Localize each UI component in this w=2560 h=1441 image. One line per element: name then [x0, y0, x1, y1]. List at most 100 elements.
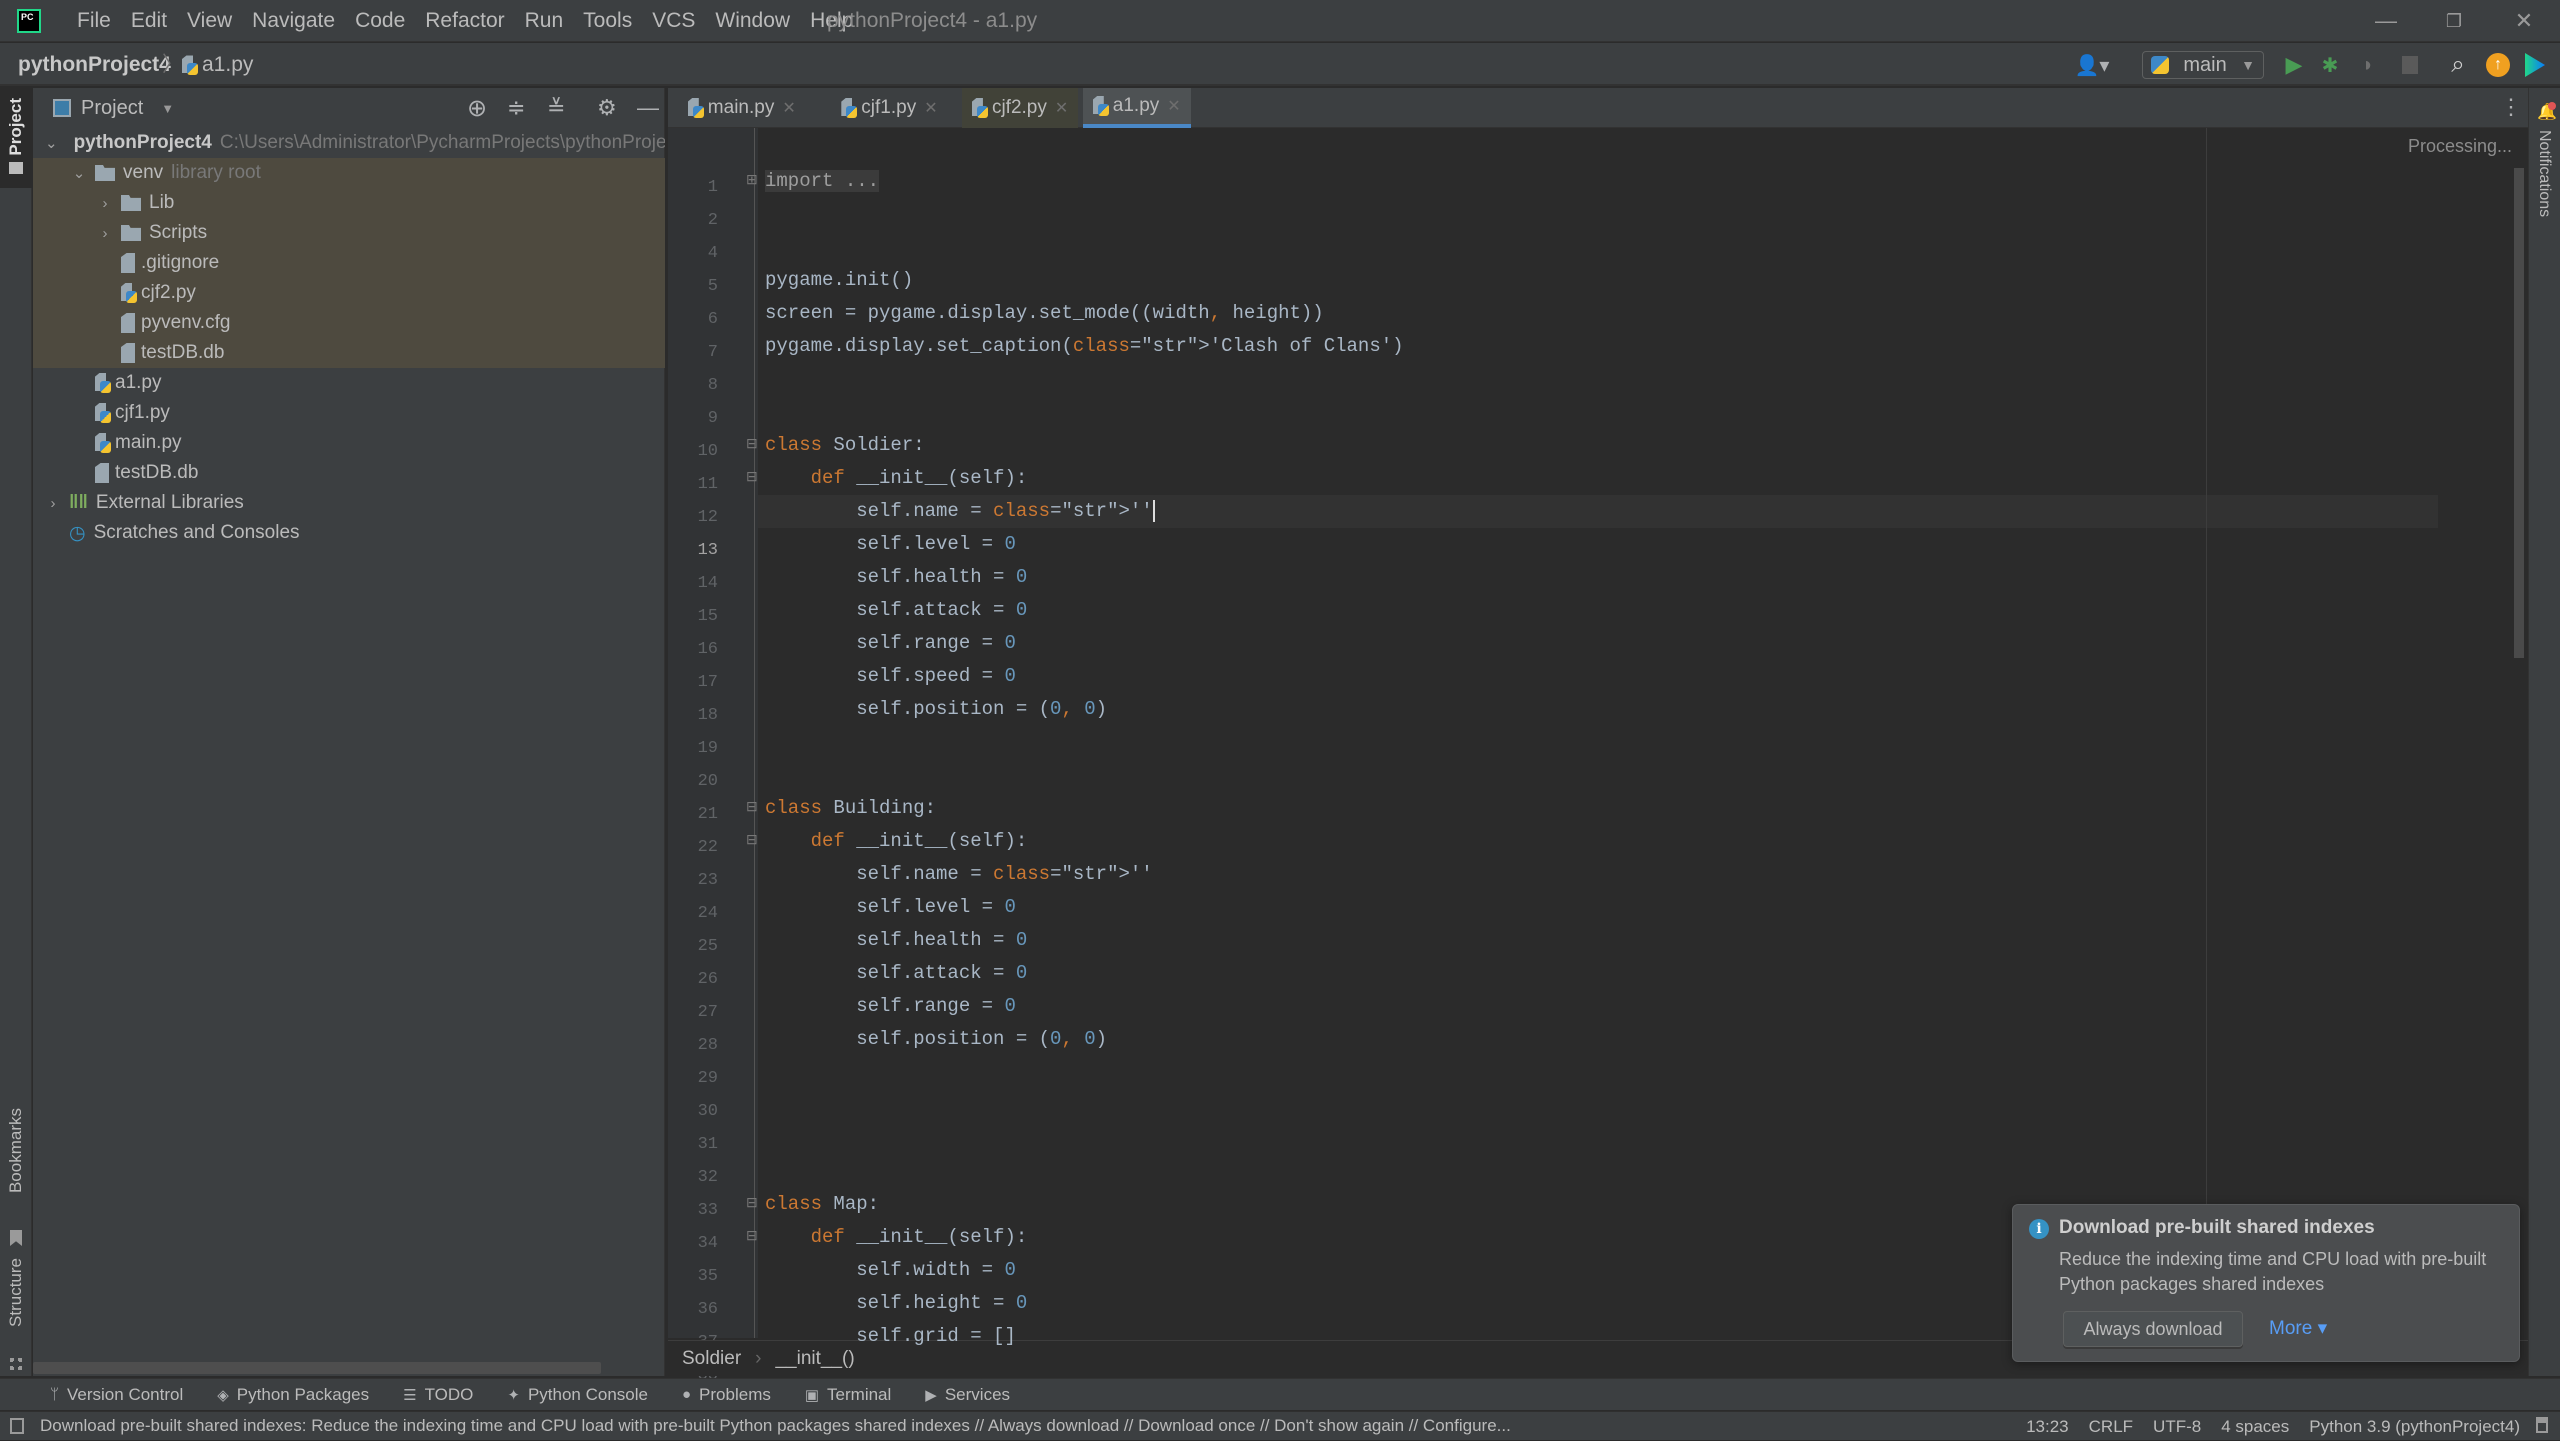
status-toggle-icon[interactable] [10, 1418, 24, 1434]
structure-tool-button[interactable]: Structure [0, 1258, 32, 1378]
tree-item[interactable]: cjf1.py [33, 398, 665, 428]
code-line[interactable]: self.name = class="str">'' [765, 500, 1155, 522]
code-line[interactable]: import ... [765, 170, 880, 192]
horizontal-scrollbar[interactable] [33, 1362, 601, 1374]
code-line[interactable]: pygame.display.set_caption(class="str">'… [765, 335, 1404, 357]
collapse-all-icon[interactable]: ≚ [547, 95, 565, 121]
breadcrumb-class[interactable]: Soldier [682, 1348, 741, 1370]
close-tab-icon[interactable]: ✕ [782, 98, 795, 118]
tree-item[interactable]: cjf2.py [33, 278, 665, 308]
code-line[interactable]: self.speed = 0 [765, 665, 1016, 687]
menu-tools[interactable]: Tools [573, 0, 642, 42]
tool-window-version-control[interactable]: ᛘ Version Control [50, 1385, 183, 1405]
code-line[interactable]: class Soldier: [765, 434, 925, 456]
menu-vcs[interactable]: VCS [642, 0, 705, 42]
tree-item[interactable]: pyvenv.cfg [33, 308, 665, 338]
update-icon[interactable]: ↑ [2484, 51, 2512, 79]
menu-run[interactable]: Run [515, 0, 574, 42]
menu-file[interactable]: File [67, 0, 121, 42]
fold-marker-icon[interactable]: ⊟ [746, 1227, 758, 1244]
indent-setting[interactable]: 4 spaces [2221, 1412, 2289, 1441]
menu-window[interactable]: Window [705, 0, 800, 42]
code-line[interactable]: self.name = class="str">'' [765, 863, 1152, 885]
project-panel-title[interactable]: Project [81, 97, 143, 120]
tree-item[interactable]: › Lib [33, 188, 665, 218]
tree-item[interactable]: main.py [33, 428, 665, 458]
expand-all-icon[interactable]: ≑ [507, 95, 525, 121]
code-line[interactable]: self.position = (0, 0) [765, 698, 1107, 720]
code-line[interactable]: self.attack = 0 [765, 599, 1027, 621]
breadcrumb-project[interactable]: pythonProject4 [18, 43, 171, 86]
code-line[interactable]: screen = pygame.display.set_mode((width,… [765, 302, 1324, 324]
python-interpreter[interactable]: Python 3.9 (pythonProject4) [2309, 1412, 2520, 1441]
fold-marker-icon[interactable]: ⊞ [746, 171, 758, 188]
tree-item[interactable]: a1.py [33, 368, 665, 398]
code-line[interactable]: self.height = 0 [765, 1292, 1027, 1314]
debug-icon[interactable]: ✱ [2318, 51, 2342, 79]
bookmarks-tool-button[interactable]: Bookmarks [0, 1108, 32, 1258]
code-line[interactable]: self.grid = [] [765, 1325, 1016, 1347]
fold-marker-icon[interactable]: ⊟ [746, 798, 758, 815]
code-line[interactable]: class Map: [765, 1193, 879, 1215]
close-tab-icon[interactable]: ✕ [1167, 96, 1180, 116]
more-dropdown-link[interactable]: More ▾ [2269, 1317, 2327, 1340]
tool-window-python-console[interactable]: ✦ Python Console [507, 1385, 648, 1405]
always-download-button[interactable]: Always download [2063, 1311, 2243, 1347]
line-separator[interactable]: CRLF [2089, 1412, 2133, 1441]
tab-a1-py[interactable]: a1.py ✕ [1082, 88, 1191, 128]
code-line[interactable]: self.range = 0 [765, 632, 1016, 654]
project-tool-button[interactable]: Project [0, 88, 32, 188]
code-line[interactable]: pygame.init() [765, 269, 913, 291]
jetbrains-toolbox-icon[interactable] [2522, 51, 2548, 79]
tool-window-todo[interactable]: ☰ TODO [403, 1385, 473, 1405]
chevron-right-icon[interactable]: › [45, 495, 61, 512]
more-tabs-icon[interactable]: ⋮ [2500, 94, 2522, 120]
caret-position[interactable]: 13:23 [2026, 1412, 2069, 1441]
menu-refactor[interactable]: Refactor [415, 0, 514, 42]
tree-item[interactable]: .gitignore [33, 248, 665, 278]
code-line[interactable]: self.health = 0 [765, 929, 1027, 951]
tool-window-terminal[interactable]: ▣ Terminal [805, 1385, 891, 1405]
tree-item[interactable]: › ǁǁ External Libraries [33, 488, 665, 518]
tool-window-problems[interactable]: ● Problems [682, 1385, 771, 1405]
code-line[interactable]: class Building: [765, 797, 936, 819]
file-encoding[interactable]: UTF-8 [2153, 1412, 2201, 1441]
menu-navigate[interactable]: Navigate [242, 0, 345, 42]
hide-panel-icon[interactable]: — [637, 95, 659, 121]
chevron-right-icon[interactable]: › [97, 225, 113, 242]
breadcrumb-method[interactable]: __init__() [775, 1348, 854, 1370]
close-button[interactable]: ✕ [2494, 0, 2554, 42]
tree-item[interactable]: › Scripts [33, 218, 665, 248]
tree-item[interactable]: ⌄ pythonProject4 C:\Users\Administrator\Py… [33, 128, 665, 158]
lock-icon[interactable] [2536, 1417, 2548, 1433]
breadcrumb-file[interactable]: a1.py [182, 43, 253, 86]
tree-item[interactable]: ◷ Scratches and Consoles [33, 518, 665, 548]
code-line[interactable]: def __init__(self): [765, 1226, 1028, 1248]
settings-gear-icon[interactable]: ⚙ [597, 95, 617, 121]
code-line[interactable]: self.level = 0 [765, 896, 1016, 918]
tree-item[interactable]: testDB.db [33, 458, 665, 488]
fold-marker-icon[interactable]: ⊟ [746, 468, 758, 485]
close-tab-icon[interactable]: ✕ [924, 98, 937, 118]
tree-item[interactable]: ⌄ venv library root [33, 158, 665, 188]
menu-edit[interactable]: Edit [121, 0, 177, 42]
tab-cjf2-py[interactable]: cjf2.py ✕ [961, 88, 1079, 128]
minimize-button[interactable]: — [2356, 0, 2416, 42]
tree-item[interactable]: testDB.db [33, 338, 665, 368]
fold-marker-icon[interactable]: ⊟ [746, 831, 758, 848]
tool-window-python-packages[interactable]: ◈ Python Packages [217, 1385, 369, 1405]
code-line[interactable]: self.attack = 0 [765, 962, 1027, 984]
status-message[interactable]: Download pre-built shared indexes: Reduc… [40, 1416, 1511, 1436]
coverage-icon[interactable]: ◗ [2356, 51, 2380, 79]
code-line[interactable]: self.position = (0, 0) [765, 1028, 1107, 1050]
vertical-scrollbar[interactable] [2514, 168, 2524, 658]
code-line[interactable]: def __init__(self): [765, 830, 1028, 852]
chevron-right-icon[interactable]: › [97, 195, 113, 212]
fold-marker-icon[interactable]: ⊟ [746, 435, 758, 452]
run-config-selector[interactable]: main ▼ [2142, 51, 2264, 79]
search-icon[interactable]: ⌕ [2444, 51, 2472, 79]
code-line[interactable]: self.width = 0 [765, 1259, 1016, 1281]
chevron-down-icon[interactable]: ⌄ [45, 134, 58, 152]
locate-file-icon[interactable]: ⊕ [467, 94, 487, 123]
code-line[interactable]: self.range = 0 [765, 995, 1016, 1017]
